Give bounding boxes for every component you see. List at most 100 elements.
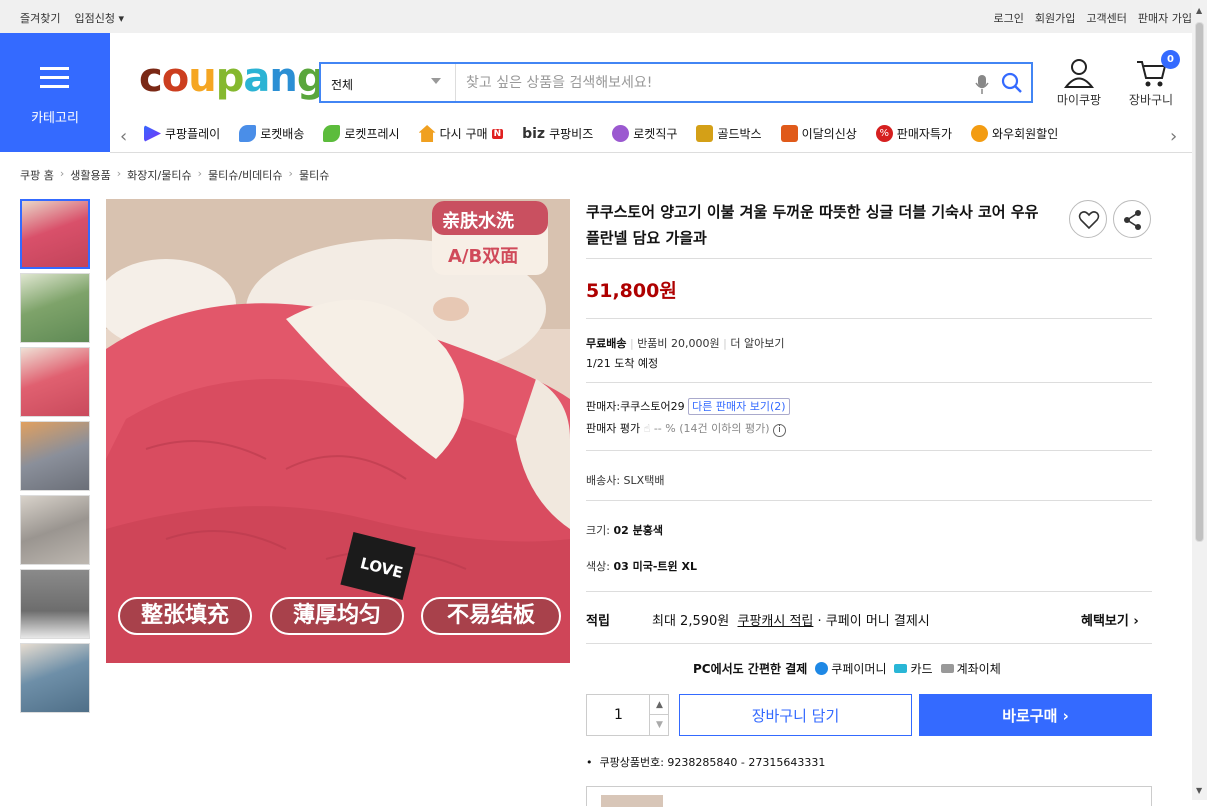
breadcrumb-item[interactable]: 화장지/물티슈	[127, 167, 191, 183]
nav-item-rocket-global[interactable]: 로켓직구	[612, 125, 677, 142]
seller-signup-link[interactable]: 판매자 가입	[1138, 10, 1192, 26]
nav-item-new-arrivals[interactable]: 이달의신상	[780, 125, 857, 142]
card-icon	[894, 664, 908, 673]
return-fee: 반품비 20,000원	[637, 337, 720, 350]
thumbnail-image[interactable]	[20, 421, 90, 491]
mypage-label: 마이쿠팡	[1056, 93, 1102, 107]
divider	[586, 643, 1152, 644]
search-scope-select[interactable]: 전체	[321, 64, 456, 101]
breadcrumb-item[interactable]: 물티슈	[299, 167, 329, 183]
scroll-up-icon[interactable]: ▲	[1196, 6, 1202, 15]
wow-icon	[971, 125, 988, 142]
bank-icon	[940, 664, 954, 673]
category-nav: ‹ 쿠팡플레이 로켓배송 로켓프레시 다시 구매 N biz 쿠팡비즈 로켓직구 골…	[110, 117, 1192, 153]
free-shipping-label: 무료배송	[586, 337, 627, 350]
top-utility-bar: 즐겨찾기 입점신청 ▾ 로그인 회원가입 고객센터 판매자 가입	[0, 0, 1192, 33]
coupay-money-option[interactable]: 쿠페이머니	[815, 660, 886, 677]
divider	[586, 500, 1152, 501]
category-button[interactable]: 카테고리	[0, 33, 110, 152]
learn-more-link[interactable]: 더 알아보기	[730, 337, 784, 350]
coupay-icon	[815, 662, 829, 675]
nav-item-coupangplay[interactable]: 쿠팡플레이	[144, 125, 220, 142]
chevron-down-icon[interactable]: ▼	[649, 715, 669, 735]
divider	[586, 591, 1152, 592]
breadcrumb-item[interactable]: 쿠팡 홈	[20, 167, 54, 183]
chevron-right-icon[interactable]: ›	[1164, 126, 1178, 147]
logo-letter: n	[269, 55, 298, 101]
share-button[interactable]	[1113, 200, 1151, 238]
breadcrumb-item[interactable]: 물티슈/비데티슈	[208, 167, 283, 183]
product-number-text: 쿠팡상품번호: 9238285840 - 27315643331	[599, 756, 826, 769]
bank-transfer-option[interactable]: 계좌이체	[940, 660, 1001, 677]
chevron-left-icon[interactable]: ‹	[120, 126, 127, 147]
nav-item-rocketfresh[interactable]: 로켓프레시	[323, 125, 400, 142]
breadcrumb-separator-icon: ›	[197, 167, 202, 180]
arrival-date: 1/21 도착 예정	[586, 357, 659, 370]
add-to-cart-button[interactable]: 장바구니 담기	[679, 694, 912, 736]
quantity-stepper[interactable]: 1 ▲ ▼	[586, 694, 669, 736]
thumbnail-image[interactable]	[20, 199, 90, 269]
mypage-button[interactable]: 마이쿠팡	[1055, 58, 1103, 108]
heart-icon	[1078, 211, 1100, 230]
other-sellers-button[interactable]: 다른 판매자 보기(2)	[688, 398, 790, 415]
divider	[586, 318, 1152, 319]
color-option[interactable]: 색상: 03 미국-트윈 XL	[586, 558, 697, 574]
bookmark-link[interactable]: 즐겨찾기	[20, 10, 60, 26]
wishlist-button[interactable]	[1069, 200, 1107, 238]
size-option[interactable]: 크기: 02 분홍색	[586, 522, 663, 538]
product-title: 쿠쿠스토어 양고기 이불 겨울 두꺼운 따뜻한 싱글 더블 기숙사 코어 우유 …	[586, 203, 1039, 247]
login-link[interactable]: 로그인	[994, 10, 1024, 26]
seller-rating-label: 판매자 평가	[586, 422, 641, 435]
nav-item-seller-deals[interactable]: % 판매자특가	[875, 125, 952, 142]
thumbnail-image[interactable]	[20, 347, 90, 417]
benefit-link[interactable]: 혜택보기 ›	[1081, 610, 1139, 629]
nav-item-rocket[interactable]: 로켓배송	[239, 125, 304, 142]
nav-item-goldbox[interactable]: 골드박스	[696, 125, 762, 142]
search-input[interactable]	[466, 72, 946, 94]
card-option[interactable]: 카드	[894, 660, 933, 677]
breadcrumb: 쿠팡 홈 › 생활용품 › 화장지/물티슈 › 물티슈/비데티슈 › 물티슈	[20, 167, 329, 183]
user-icon	[1063, 59, 1095, 88]
coupang-cash-link[interactable]: 쿠팡캐시 적립	[738, 614, 814, 629]
bottom-thumbnail	[601, 795, 663, 807]
page-scrollbar[interactable]: ▲ ▼	[1192, 0, 1207, 800]
biz-logo-icon: biz	[522, 125, 546, 142]
customer-center-link[interactable]: 고객센터	[1086, 10, 1126, 26]
cart-label: 장바구니	[1128, 93, 1174, 107]
reward-label: 적립	[586, 614, 610, 629]
divider	[586, 258, 1152, 259]
breadcrumb-separator-icon: ›	[116, 167, 122, 180]
thumbnail-image[interactable]	[20, 273, 90, 343]
info-icon[interactable]: i	[773, 424, 786, 437]
breadcrumb-item[interactable]: 생활용품	[70, 167, 110, 183]
scroll-down-icon[interactable]: ▼	[1196, 786, 1202, 795]
nav-item-wow-discount[interactable]: 와우회원할인	[971, 125, 1058, 142]
breadcrumb-separator-icon: ›	[288, 167, 293, 180]
divider	[586, 450, 1152, 451]
cart-count-badge: 0	[1161, 50, 1180, 69]
scrollbar-thumb[interactable]	[1195, 22, 1204, 542]
signup-link[interactable]: 회원가입	[1035, 10, 1075, 26]
thumbnail-image[interactable]	[20, 569, 90, 639]
nav-item-biz[interactable]: biz 쿠팡비즈	[522, 125, 593, 142]
chevron-up-icon[interactable]: ▲	[649, 695, 669, 715]
logo-letter: u	[188, 55, 217, 101]
seller-apply-link[interactable]: 입점신청 ▾	[74, 10, 124, 26]
thumbnail-image[interactable]	[20, 495, 90, 565]
quantity-value[interactable]: 1	[614, 707, 623, 723]
nav-item-rebuy[interactable]: 다시 구매 N	[418, 125, 504, 142]
buy-now-button[interactable]: 바로구매 ›	[919, 694, 1152, 736]
product-price: 51,800원	[586, 280, 677, 302]
image-caption-bottom3: 不易结板	[421, 597, 561, 635]
main-product-image[interactable]: 亲肤水洗 A/B双面 LOVE 整张填充 薄厚均匀 不易结板	[106, 199, 570, 663]
coupang-logo[interactable]: coupang	[139, 55, 325, 101]
rocket-icon	[239, 125, 257, 142]
divider	[586, 382, 1152, 383]
thumbnail-image[interactable]	[20, 643, 90, 713]
reward-info: 최대 2,590원 쿠팡캐시 적립 · 쿠페이 머니 결제시	[652, 610, 930, 629]
microphone-icon[interactable]	[975, 73, 989, 95]
color-option-value: 03 미국-트윈 XL	[613, 560, 697, 573]
hamburger-icon	[40, 67, 69, 94]
seller-rating: 판매자 평가 ☝ -- % (14건 이하의 평가) i	[586, 420, 786, 437]
search-icon[interactable]	[1001, 72, 1023, 94]
